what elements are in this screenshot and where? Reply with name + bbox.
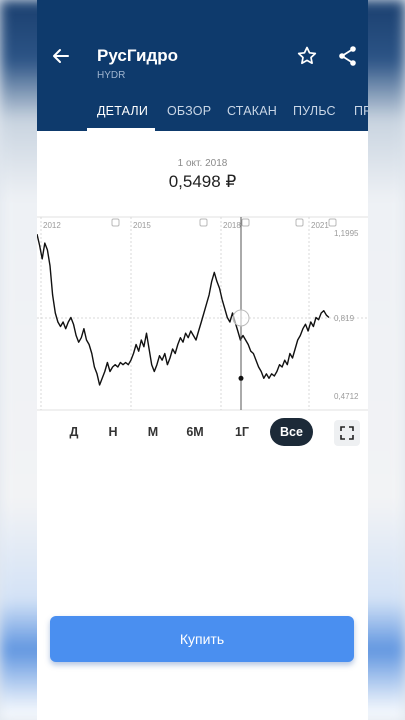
x-tick-label: 2018 — [223, 221, 241, 230]
event-marker — [328, 218, 337, 227]
app-bar: РусГидро HYDR ДЕТАЛИ ОБЗОР СТАКАН ПУЛЬС … — [37, 0, 368, 131]
x-tick-label: 2015 — [133, 221, 151, 230]
price-chart[interactable]: 2012 2015 2018 2021 1,1995 0,819 0,4712 — [37, 214, 368, 414]
arrow-left-icon[interactable] — [49, 44, 73, 68]
tab-more[interactable]: ПР — [354, 104, 368, 118]
event-marker — [199, 218, 208, 227]
ticker-label: HYDR — [97, 70, 126, 81]
expand-icon[interactable] — [334, 420, 360, 446]
y-tick-label: 0,4712 — [334, 392, 359, 401]
tab-orderbook[interactable]: СТАКАН — [227, 104, 277, 118]
quote-price: 0,5498 ₽ — [168, 172, 237, 191]
tab-overview[interactable]: ОБЗОР — [167, 104, 211, 118]
x-tick-label: 2021 — [311, 221, 329, 230]
tab-pulse[interactable]: ПУЛЬС — [293, 104, 336, 118]
event-marker — [111, 218, 120, 227]
y-tick-label: 1,1995 — [334, 229, 359, 238]
tab-details[interactable]: ДЕТАЛИ — [97, 104, 148, 118]
tab-bar: ДЕТАЛИ ОБЗОР СТАКАН ПУЛЬС ПР — [37, 96, 368, 131]
range-week[interactable]: Н — [101, 418, 125, 446]
active-tab-indicator — [87, 128, 155, 131]
range-day[interactable]: Д — [62, 418, 86, 446]
range-selector: Д Н М 6М 1Г Все — [37, 418, 368, 448]
price-line — [37, 233, 330, 386]
app-screen: РусГидро HYDR ДЕТАЛИ ОБЗОР СТАКАН ПУЛЬС … — [37, 0, 368, 720]
buy-button[interactable]: Купить — [50, 616, 354, 662]
star-icon[interactable] — [295, 44, 319, 68]
crosshair-handle — [232, 309, 250, 327]
event-marker — [295, 218, 304, 227]
event-marker — [241, 218, 250, 227]
quote-date: 1 окт. 2018 — [177, 158, 228, 169]
share-icon[interactable] — [336, 44, 360, 68]
page-title: РусГидро — [97, 46, 179, 65]
range-1y[interactable]: 1Г — [230, 418, 254, 446]
y-tick-label: 0,819 — [334, 314, 355, 323]
range-all[interactable]: Все — [270, 418, 313, 446]
range-month[interactable]: М — [141, 418, 165, 446]
x-tick-label: 2012 — [43, 221, 61, 230]
range-6m[interactable]: 6М — [183, 418, 207, 446]
crosshair-point — [238, 375, 244, 381]
